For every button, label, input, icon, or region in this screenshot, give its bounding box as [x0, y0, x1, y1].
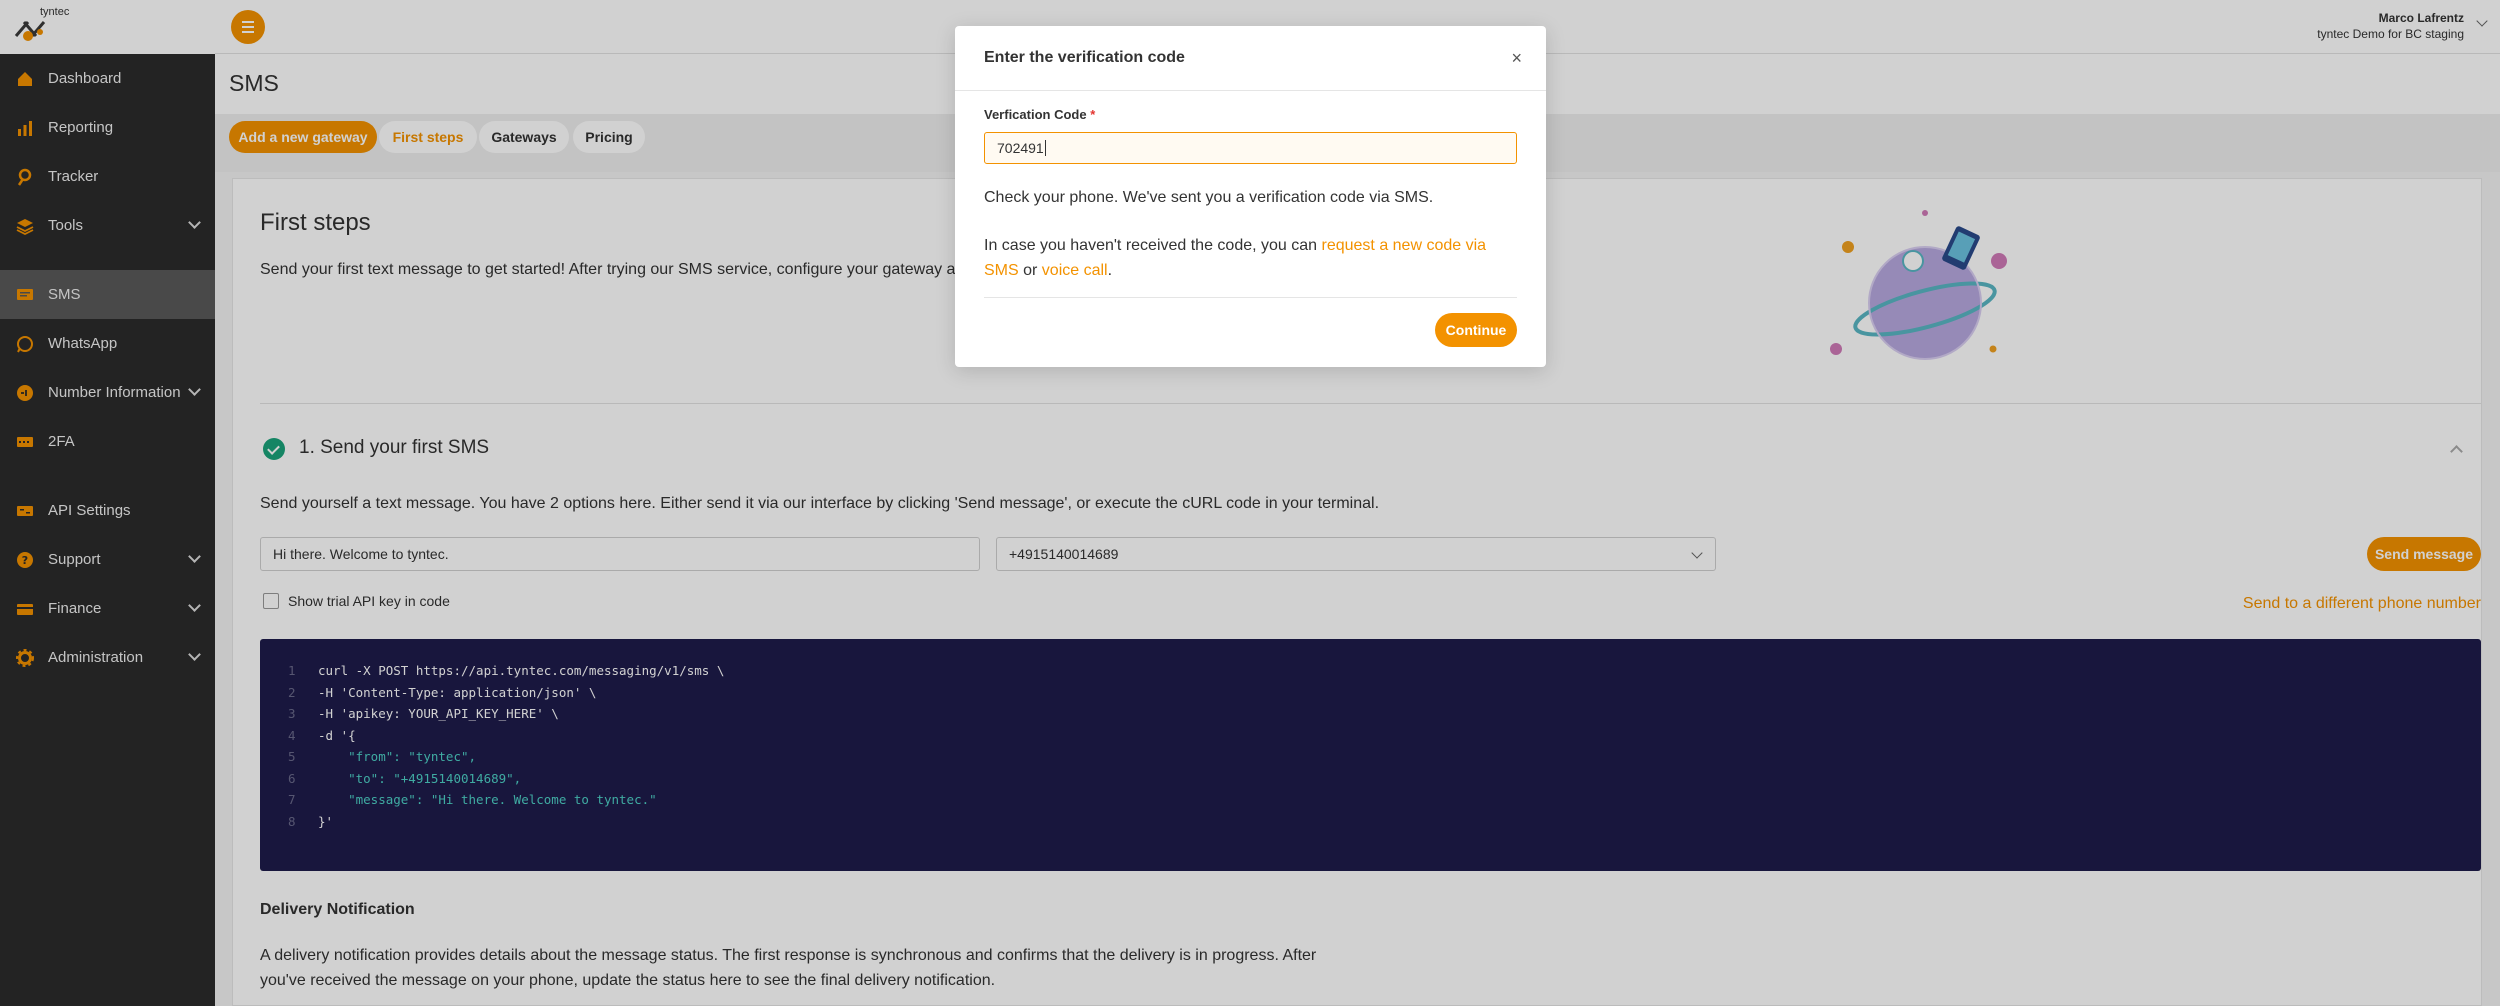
- verification-modal: Enter the verification code × Verficatio…: [955, 26, 1546, 367]
- voice-call-link[interactable]: voice call: [1042, 262, 1108, 279]
- verification-code-input[interactable]: 702491: [984, 132, 1517, 164]
- modal-resend-text: In case you haven't received the code, y…: [984, 237, 1487, 279]
- close-icon[interactable]: ×: [1511, 48, 1522, 69]
- verification-code-label: Verfication Code *: [984, 107, 1096, 122]
- required-mark: *: [1090, 107, 1096, 122]
- modal-info-text: Check your phone. We've sent you a verif…: [984, 189, 1434, 206]
- text-caret: [1044, 140, 1046, 156]
- verification-code-value: 702491: [997, 140, 1044, 156]
- continue-button[interactable]: Continue: [1435, 313, 1517, 347]
- modal-divider: [984, 297, 1517, 298]
- modal-header: Enter the verification code ×: [955, 26, 1546, 91]
- modal-title: Enter the verification code: [984, 49, 1185, 66]
